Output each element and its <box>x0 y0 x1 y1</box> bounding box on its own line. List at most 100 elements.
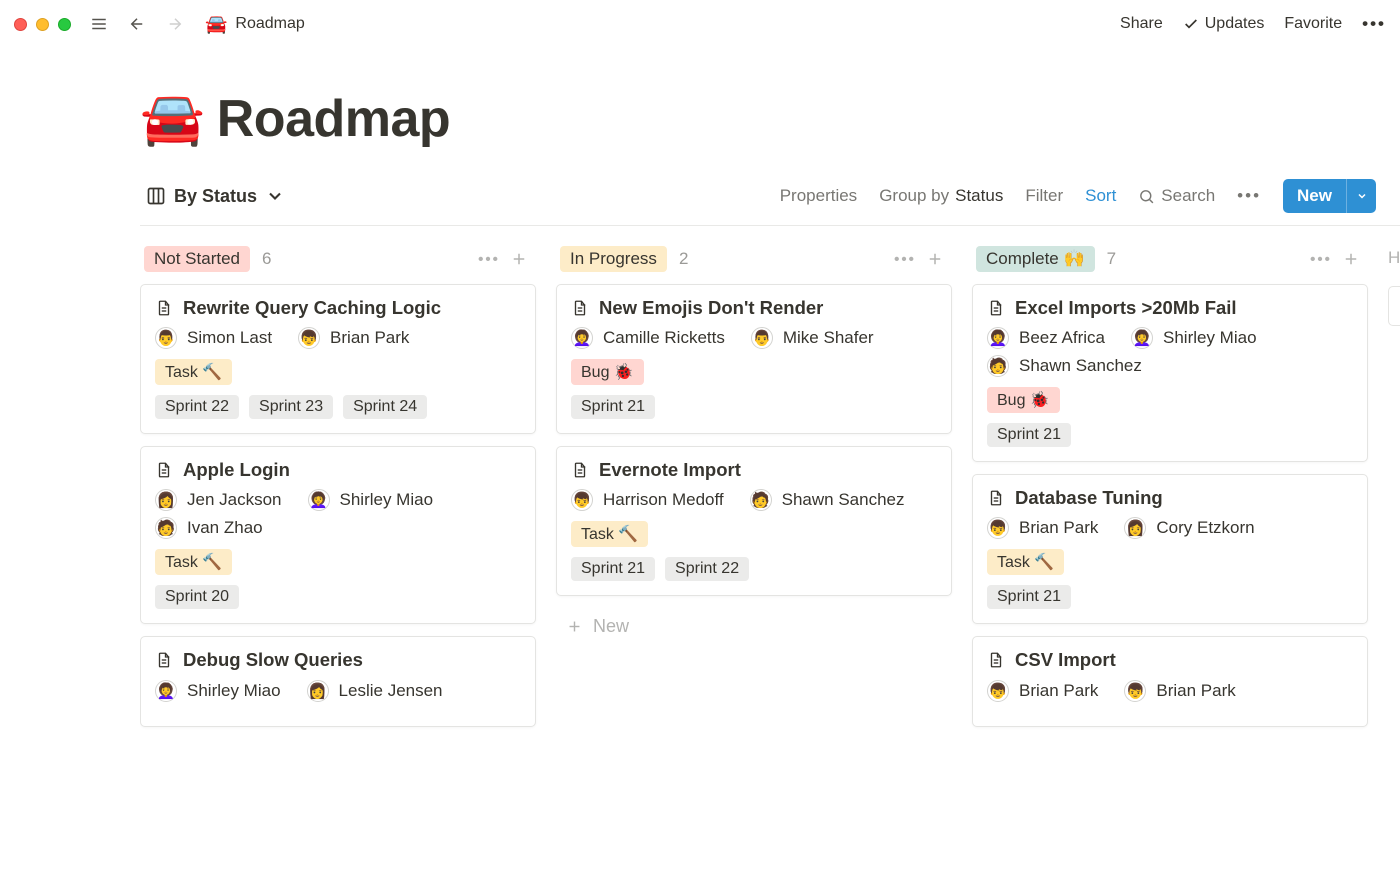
view-bar: By Status Properties Group by Status Fil… <box>140 179 1400 226</box>
more-menu-button[interactable]: ••• <box>1362 14 1386 34</box>
person-name: Brian Park <box>1019 681 1098 701</box>
card-tags: Task 🔨 <box>987 549 1353 575</box>
card-person: 👩‍🦱Beez Africa <box>987 327 1105 349</box>
column-more-button[interactable]: ••• <box>892 246 918 272</box>
board-column: Not Started 6 ••• Rewrite Query Caching Log… <box>140 246 536 833</box>
avatar: 👦 <box>1124 680 1146 702</box>
favorite-button[interactable]: Favorite <box>1284 15 1342 33</box>
column-more-button[interactable]: ••• <box>476 246 502 272</box>
card-person: 👩‍🦱Shirley Miao <box>308 489 434 511</box>
new-button: New <box>1283 179 1376 213</box>
chevron-down-icon <box>1356 190 1368 202</box>
column-name-tag[interactable]: In Progress <box>560 246 667 272</box>
sprint-tag: Sprint 21 <box>987 585 1071 609</box>
share-button[interactable]: Share <box>1120 15 1163 33</box>
person-name: Camille Ricketts <box>603 328 725 348</box>
card-title: Database Tuning <box>1015 487 1163 509</box>
groupby-value: Status <box>955 186 1003 206</box>
avatar: 👨 <box>155 327 177 349</box>
board-card[interactable]: CSV Import👦Brian Park👦Brian Park <box>972 636 1368 726</box>
maximize-window-button[interactable] <box>58 18 71 31</box>
hidden-groups-label[interactable]: Hidden <box>1388 248 1400 268</box>
card-title: Apple Login <box>183 459 290 481</box>
topbar-right: Share Updates Favorite ••• <box>1120 14 1386 34</box>
board-card[interactable]: Excel Imports >20Mb Fail👩‍🦱Beez Africa👩‍… <box>972 284 1368 462</box>
page-icon <box>155 651 173 669</box>
board-column: Complete 🙌7•••Excel Imports >20Mb Fail👩‍… <box>972 246 1368 833</box>
card-person: 👦Brian Park <box>1124 680 1235 702</box>
column-add-button[interactable] <box>1338 246 1364 272</box>
page-emoji[interactable]: 🚘 <box>140 88 205 149</box>
properties-button[interactable]: Properties <box>780 186 857 206</box>
card-people: 👦Harrison Medoff🧑Shawn Sanchez <box>571 489 937 511</box>
card-sprint-tags: Sprint 21 <box>987 423 1353 447</box>
ellipsis-icon: ••• <box>1237 186 1261 206</box>
search-button[interactable]: Search <box>1138 186 1215 206</box>
card-people: 👦Brian Park 👩 Cory Etzkorn <box>987 517 1353 539</box>
sort-button[interactable]: Sort <box>1085 186 1116 206</box>
person-name: Mike Shafer <box>783 328 874 348</box>
new-button-dropdown[interactable] <box>1346 179 1376 213</box>
breadcrumb[interactable]: 🚘 Roadmap <box>199 12 311 37</box>
view-more-button[interactable]: ••• <box>1237 186 1261 206</box>
person-name: Shirley Miao <box>187 681 281 701</box>
avatar: 👩‍🦱 <box>155 680 177 702</box>
updates-button[interactable]: Updates <box>1183 15 1265 33</box>
nav-back-button[interactable] <box>123 10 151 38</box>
window-controls <box>14 18 71 31</box>
board-card[interactable]: New Emojis Don't Render 👩‍🦱Camille Ricket… <box>556 284 952 434</box>
avatar: 👩‍🦱 <box>1131 327 1153 349</box>
column-add-button[interactable] <box>506 246 532 272</box>
minimize-window-button[interactable] <box>36 18 49 31</box>
person-name: Ivan Zhao <box>187 518 263 538</box>
sprint-tag: Sprint 22 <box>665 557 749 581</box>
avatar: 🧑 <box>750 489 772 511</box>
groupby-button[interactable]: Group by Status <box>879 186 1003 206</box>
person-name: Shirley Miao <box>340 490 434 510</box>
card-people: 👩‍🦱Beez Africa👩‍🦱Shirley Miao🧑Shawn Sanc… <box>987 327 1353 377</box>
page-title[interactable]: Roadmap <box>217 89 450 149</box>
card-title-row: Debug Slow Queries <box>155 649 521 671</box>
page-header: 🚘 Roadmap <box>140 88 1400 149</box>
column-add-button[interactable] <box>922 246 948 272</box>
board-card[interactable]: Rewrite Query Caching Logic👨Simon Last👦B… <box>140 284 536 434</box>
page-icon <box>155 461 173 479</box>
column-header-actions: ••• <box>476 246 532 272</box>
avatar: 👩 <box>155 489 177 511</box>
card-person: 👩‍🦱Camille Ricketts <box>571 327 725 349</box>
person-name: Beez Africa <box>1019 328 1105 348</box>
new-button-main[interactable]: New <box>1283 179 1346 213</box>
column-name-tag[interactable]: Complete 🙌 <box>976 246 1095 272</box>
card-person: 👩 Cory Etzkorn <box>1124 517 1254 539</box>
avatar: 👦 <box>571 489 593 511</box>
close-window-button[interactable] <box>14 18 27 31</box>
avatar: 👦 <box>987 680 1009 702</box>
card-title: New Emojis Don't Render <box>599 297 823 319</box>
card-people: 👩‍🦱Camille Ricketts 👨 Mike Shafer <box>571 327 937 349</box>
nav-forward-button[interactable] <box>161 10 189 38</box>
card-person: 👦Brian Park <box>987 517 1098 539</box>
board-card[interactable]: Evernote Import👦Harrison Medoff🧑Shawn Sa… <box>556 446 952 596</box>
hidden-group-item[interactable]: N <box>1388 286 1400 326</box>
check-icon <box>1183 16 1199 32</box>
column-name-tag[interactable]: Not Started <box>144 246 250 272</box>
filter-button[interactable]: Filter <box>1025 186 1063 206</box>
board-icon <box>146 186 166 206</box>
avatar: 👦 <box>987 517 1009 539</box>
topbar: 🚘 Roadmap Share Updates Favorite ••• <box>0 0 1400 48</box>
board-card[interactable]: Debug Slow Queries👩‍🦱Shirley Miao👩Leslie… <box>140 636 536 726</box>
sidebar-toggle-button[interactable] <box>85 10 113 38</box>
person-name: Cory Etzkorn <box>1156 518 1254 538</box>
add-card-button[interactable]: New <box>556 608 952 645</box>
type-tag: Task 🔨 <box>987 549 1064 575</box>
column-more-button[interactable]: ••• <box>1308 246 1334 272</box>
view-switcher[interactable]: By Status <box>140 182 291 211</box>
column-header: Not Started 6 ••• <box>140 246 536 284</box>
person-name: Leslie Jensen <box>339 681 443 701</box>
column-count: 6 <box>262 249 271 269</box>
board-card[interactable]: Apple Login👩Jen Jackson👩‍🦱Shirley Miao🧑I… <box>140 446 536 624</box>
avatar: 👨 <box>751 327 773 349</box>
board-card[interactable]: Database Tuning 👦Brian Park 👩 Cory Etzkorn T… <box>972 474 1368 624</box>
avatar: 👩 <box>1124 517 1146 539</box>
card-person: 👦Harrison Medoff <box>571 489 724 511</box>
